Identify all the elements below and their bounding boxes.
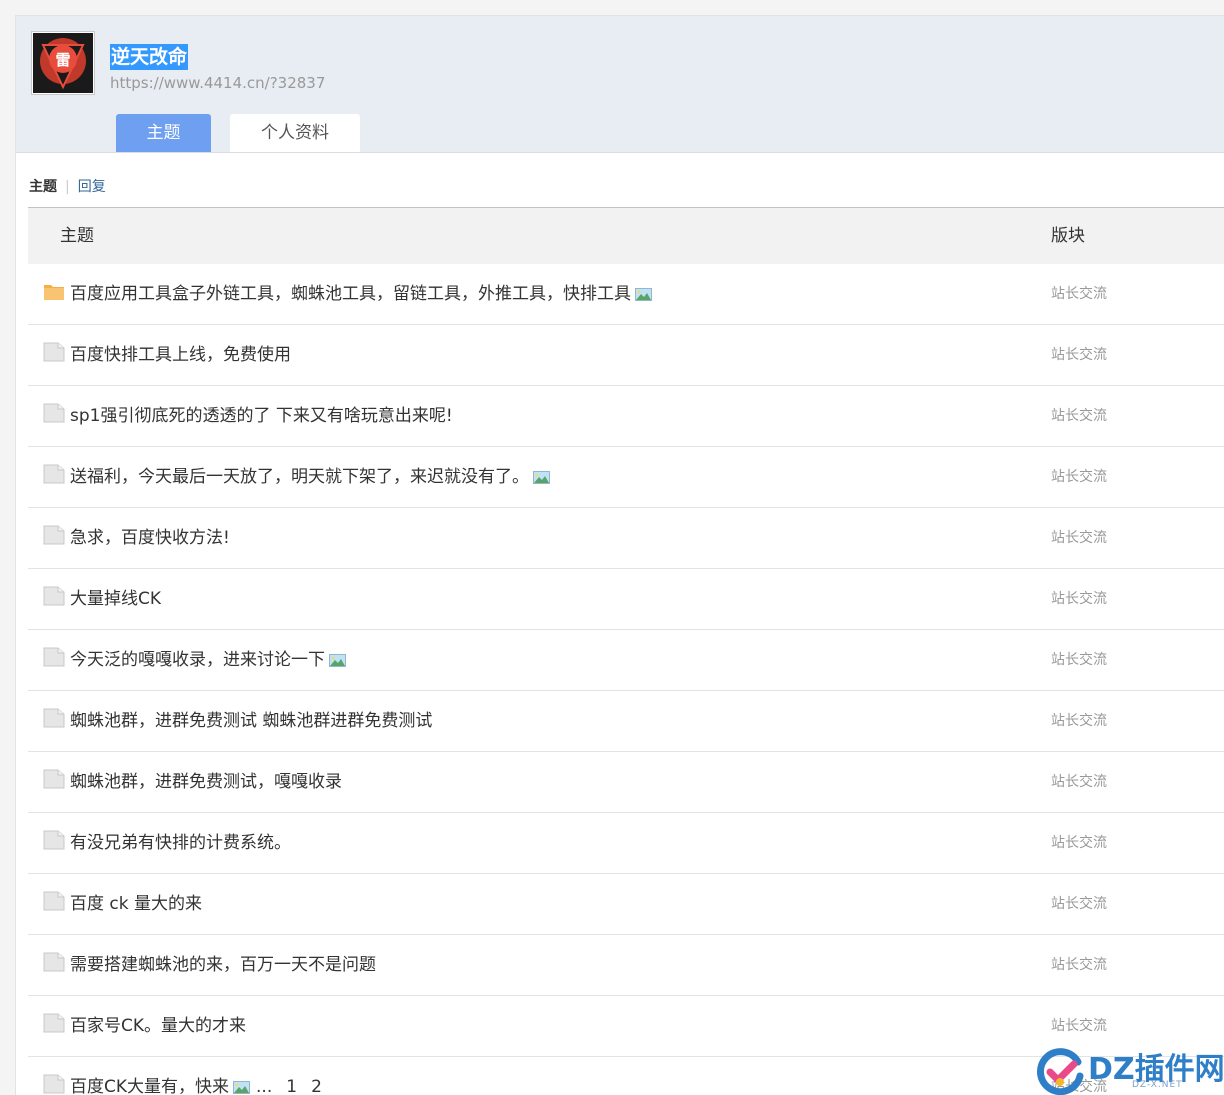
folder-icon [43, 769, 65, 789]
forum-link[interactable]: 站长交流 [1051, 874, 1107, 934]
column-header-forum: 版块 [1051, 226, 1085, 246]
forum-link[interactable]: 站长交流 [1051, 752, 1107, 812]
thread-title[interactable]: 有没兄弟有快排的计费系统。 [70, 813, 291, 873]
folder-icon [43, 342, 65, 362]
avatar-char: 雷 [55, 51, 70, 69]
thread-title-text[interactable]: 送福利，今天最后一天放了，明天就下架了，来迟就没有了。 [70, 467, 529, 487]
avatar[interactable]: 雷 [31, 31, 95, 95]
forum-link[interactable]: 站长交流 [1051, 935, 1107, 995]
table-row[interactable]: 蜘蛛池群，进群免费测试，嘎嘎收录 站长交流 [28, 752, 1224, 813]
folder-icon [43, 708, 65, 728]
dz-logo-icon [1037, 1048, 1084, 1095]
table-row[interactable]: 蜘蛛池群，进群免费测试 蜘蛛池群进群免费测试 站长交流 [28, 691, 1224, 752]
forum-link[interactable]: 站长交流 [1051, 569, 1107, 629]
thread-title-text[interactable]: 百度应用工具盒子外链工具，蜘蛛池工具，留链工具，外推工具，快排工具 [70, 284, 631, 304]
table-row[interactable]: 有没兄弟有快排的计费系统。 站长交流 [28, 813, 1224, 874]
subtab-replies[interactable]: 回复 [78, 179, 106, 195]
thread-title-text[interactable]: 百家号CK。量大的才来 [70, 1016, 246, 1036]
page-link[interactable]: 2 [311, 1077, 322, 1095]
folder-icon [43, 586, 65, 606]
thread-title-text[interactable]: 百度CK大量有，快来 [70, 1077, 229, 1095]
thread-title[interactable]: 百度应用工具盒子外链工具，蜘蛛池工具，留链工具，外推工具，快排工具 [70, 264, 652, 324]
thread-title[interactable]: 蜘蛛池群，进群免费测试，嘎嘎收录 [70, 752, 342, 812]
table-body: 百度应用工具盒子外链工具，蜘蛛池工具，留链工具，外推工具，快排工具 站长交流 百度快… [28, 264, 1224, 1095]
watermark-subtext: DZ-X.NET [1132, 1080, 1183, 1090]
thread-title[interactable]: 蜘蛛池群，进群免费测试 蜘蛛池群进群免费测试 [70, 691, 432, 751]
thread-title[interactable]: 大量掉线CK [70, 569, 161, 629]
table-row[interactable]: 百度应用工具盒子外链工具，蜘蛛池工具，留链工具，外推工具，快排工具 站长交流 [28, 264, 1224, 325]
pagination: ... 1 2 [256, 1077, 322, 1095]
subtab-topics[interactable]: 主题 [29, 179, 57, 195]
thread-title[interactable]: sp1强引彻底死的透透的了 下来又有啥玩意出来呢! [70, 386, 453, 446]
image-attachment-icon [233, 1080, 251, 1094]
folder-icon [43, 891, 65, 911]
image-attachment-icon [533, 470, 550, 484]
thread-title-text[interactable]: sp1强引彻底死的透透的了 下来又有啥玩意出来呢! [70, 406, 453, 426]
table-row[interactable]: 需要搭建蜘蛛池的来，百万一天不是问题 站长交流 [28, 935, 1224, 996]
subtab-separator: | [65, 179, 70, 195]
thread-title[interactable]: 百度CK大量有，快来... 1 2 [70, 1057, 322, 1095]
table-row[interactable]: 百度快排工具上线，免费使用 站长交流 [28, 325, 1224, 386]
folder-icon [43, 830, 65, 850]
thread-title-text[interactable]: 有没兄弟有快排的计费系统。 [70, 833, 291, 853]
forum-link[interactable]: 站长交流 [1051, 508, 1107, 568]
thread-title-text[interactable]: 需要搭建蜘蛛池的来，百万一天不是问题 [70, 955, 376, 975]
table-row[interactable]: 送福利，今天最后一天放了，明天就下架了，来迟就没有了。 站长交流 [28, 447, 1224, 508]
thread-title[interactable]: 百家号CK。量大的才来 [70, 996, 246, 1056]
forum-link[interactable]: 站长交流 [1051, 447, 1107, 507]
folder-icon [43, 464, 65, 484]
thread-title[interactable]: 百度快排工具上线，免费使用 [70, 325, 291, 385]
username[interactable]: 逆天改命 [110, 44, 189, 70]
folder-icon [43, 1013, 65, 1033]
image-attachment-icon [635, 287, 652, 301]
column-header-topic: 主题 [60, 226, 94, 246]
image-attachment-icon [329, 653, 346, 667]
user-url[interactable]: https://www.4414.cn/?32837 [110, 74, 325, 92]
folder-icon [43, 525, 65, 545]
thread-title[interactable]: 今天泛的嘎嘎收录，进来讨论一下 [70, 630, 346, 690]
tab-profile[interactable]: 个人资料 [230, 114, 360, 152]
tab-topics[interactable]: 主题 [116, 114, 211, 152]
thread-title[interactable]: 急求，百度快收方法! [70, 508, 230, 568]
thread-title-text[interactable]: 蜘蛛池群，进群免费测试 蜘蛛池群进群免费测试 [70, 711, 432, 731]
table-row[interactable]: 百度 ck 量大的来 站长交流 [28, 874, 1224, 935]
profile-header: 雷 逆天改命 https://www.4414.cn/?32837 主题 个人资… [16, 16, 1224, 153]
subtabs: 主题 | 回复 [29, 178, 106, 196]
thread-title-text[interactable]: 百度快排工具上线，免费使用 [70, 345, 291, 365]
thread-title[interactable]: 百度 ck 量大的来 [70, 874, 202, 934]
folder-icon [43, 403, 65, 423]
forum-link[interactable]: 站长交流 [1051, 630, 1107, 690]
watermark: DZ插件网 DZ-X.NET [1036, 1040, 1224, 1095]
pagination-ellipsis: ... [256, 1077, 273, 1095]
forum-link[interactable]: 站长交流 [1051, 325, 1107, 385]
table-row[interactable]: 今天泛的嘎嘎收录，进来讨论一下 站长交流 [28, 630, 1224, 691]
forum-link[interactable]: 站长交流 [1051, 813, 1107, 873]
forum-link[interactable]: 站长交流 [1051, 386, 1107, 446]
folder-icon [43, 952, 65, 972]
folder-hot-icon [43, 281, 65, 301]
table-row[interactable]: 大量掉线CK 站长交流 [28, 569, 1224, 630]
avatar-logo-icon: 雷 [33, 33, 93, 93]
thread-title[interactable]: 送福利，今天最后一天放了，明天就下架了，来迟就没有了。 [70, 447, 550, 507]
thread-title-text[interactable]: 急求，百度快收方法! [70, 528, 230, 548]
thread-title[interactable]: 需要搭建蜘蛛池的来，百万一天不是问题 [70, 935, 376, 995]
forum-link[interactable]: 站长交流 [1051, 691, 1107, 751]
table-row[interactable]: sp1强引彻底死的透透的了 下来又有啥玩意出来呢! 站长交流 [28, 386, 1224, 447]
thread-title-text[interactable]: 百度 ck 量大的来 [70, 894, 202, 914]
page: 雷 逆天改命 https://www.4414.cn/?32837 主题 个人资… [15, 15, 1224, 1095]
forum-link[interactable]: 站长交流 [1051, 264, 1107, 324]
topic-table: 主题 版块 百度应用工具盒子外链工具，蜘蛛池工具，留链工具，外推工具，快排工具站… [28, 207, 1224, 1095]
folder-icon [43, 1074, 65, 1094]
table-row[interactable]: 急求，百度快收方法! 站长交流 [28, 508, 1224, 569]
page-link[interactable]: 1 [286, 1077, 297, 1095]
table-header: 主题 版块 [28, 207, 1224, 264]
thread-title-text[interactable]: 今天泛的嘎嘎收录，进来讨论一下 [70, 650, 325, 670]
thread-title-text[interactable]: 蜘蛛池群，进群免费测试，嘎嘎收录 [70, 772, 342, 792]
thread-title-text[interactable]: 大量掉线CK [70, 589, 161, 609]
folder-icon [43, 647, 65, 667]
